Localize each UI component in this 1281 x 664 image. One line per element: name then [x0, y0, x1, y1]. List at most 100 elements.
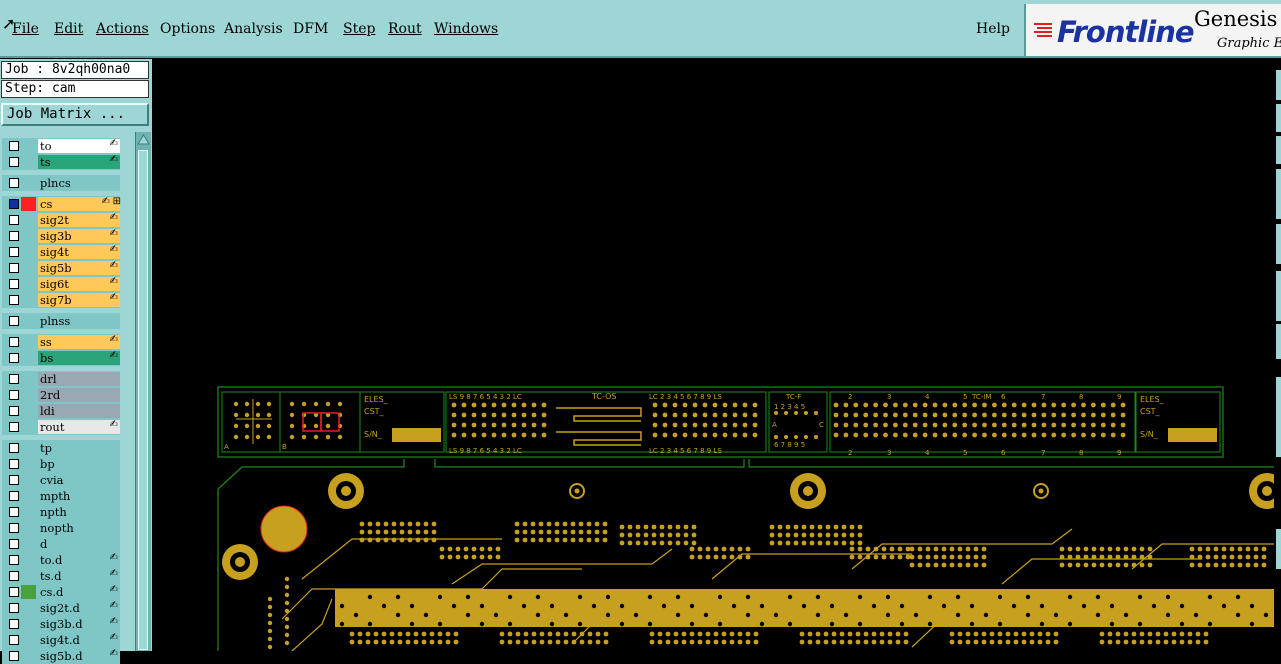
- layer-display-swatch[interactable]: [21, 351, 36, 365]
- layer-display-swatch[interactable]: [21, 314, 36, 328]
- layer-display-swatch[interactable]: [21, 213, 36, 227]
- layer-display-swatch[interactable]: [21, 197, 36, 211]
- layer-affected-checkbox[interactable]: [9, 571, 19, 581]
- layer-affected-checkbox[interactable]: [9, 539, 19, 549]
- layer-display-swatch[interactable]: [21, 473, 36, 487]
- layer-display-swatch[interactable]: [21, 537, 36, 551]
- layer-row-sig6t[interactable]: sig6t ✍: [2, 276, 120, 292]
- layer-display-swatch[interactable]: [21, 489, 36, 503]
- menu-windows[interactable]: Windows: [434, 21, 498, 37]
- layer-display-swatch[interactable]: [21, 335, 36, 349]
- layer-display-swatch[interactable]: [21, 441, 36, 455]
- layer-affected-checkbox[interactable]: [9, 263, 19, 273]
- layer-display-swatch[interactable]: [21, 585, 36, 599]
- layer-display-swatch[interactable]: [21, 404, 36, 418]
- layer-display-swatch[interactable]: [21, 261, 36, 275]
- layer-row-ldi[interactable]: ldi: [2, 403, 120, 419]
- layer-affected-checkbox[interactable]: [9, 619, 19, 629]
- layer-affected-checkbox[interactable]: [9, 157, 19, 167]
- layer-row-cs-d[interactable]: cs.d ✍: [2, 584, 120, 600]
- job-matrix-button[interactable]: Job Matrix ...: [1, 103, 149, 126]
- layer-affected-checkbox[interactable]: [9, 491, 19, 501]
- layer-affected-checkbox[interactable]: [9, 390, 19, 400]
- layer-row-mpth[interactable]: mpth: [2, 488, 120, 504]
- layer-row-cvia[interactable]: cvia: [2, 472, 120, 488]
- menu-edit[interactable]: Edit: [54, 21, 83, 37]
- layer-affected-checkbox[interactable]: [9, 178, 19, 188]
- scroll-thumb[interactable]: [138, 150, 148, 650]
- layer-display-swatch[interactable]: [21, 293, 36, 307]
- layer-affected-checkbox[interactable]: [9, 247, 19, 257]
- layer-display-swatch[interactable]: [21, 155, 36, 169]
- layer-affected-checkbox[interactable]: [9, 422, 19, 432]
- layer-affected-checkbox[interactable]: [9, 374, 19, 384]
- layer-row-cs[interactable]: cs ✍ ⊞: [2, 196, 121, 212]
- layer-display-swatch[interactable]: [21, 229, 36, 243]
- layer-display-swatch[interactable]: [21, 649, 36, 663]
- layer-display-swatch[interactable]: [21, 277, 36, 291]
- layer-row-tp[interactable]: tp: [2, 440, 120, 456]
- layer-row-sig4t[interactable]: sig4t ✍: [2, 244, 120, 260]
- layer-display-swatch[interactable]: [21, 372, 36, 386]
- layer-row-bs[interactable]: bs ✍: [2, 350, 120, 366]
- layer-row-sig4t-d[interactable]: sig4t.d ✍: [2, 632, 120, 648]
- layer-row-plncs[interactable]: plncs: [2, 175, 120, 191]
- layer-display-swatch[interactable]: [21, 617, 36, 631]
- layer-affected-checkbox[interactable]: [9, 635, 19, 645]
- layer-row-ts-d[interactable]: ts.d ✍: [2, 568, 120, 584]
- scroll-up-icon[interactable]: [137, 133, 150, 146]
- layer-affected-checkbox[interactable]: [9, 141, 19, 151]
- layer-affected-checkbox[interactable]: [9, 603, 19, 613]
- layer-affected-checkbox[interactable]: [9, 406, 19, 416]
- layer-affected-checkbox[interactable]: [9, 459, 19, 469]
- layer-row-sig7b[interactable]: sig7b ✍: [2, 292, 120, 308]
- layer-display-swatch[interactable]: [21, 601, 36, 615]
- layer-display-swatch[interactable]: [21, 139, 36, 153]
- layer-row-to-d[interactable]: to.d ✍: [2, 552, 120, 568]
- layer-display-swatch[interactable]: [21, 176, 36, 190]
- layer-affected-checkbox[interactable]: [9, 507, 19, 517]
- layer-row-drl[interactable]: drl: [2, 371, 120, 387]
- layer-row-d[interactable]: d: [2, 536, 120, 552]
- layer-row-sig3b-d[interactable]: sig3b.d ✍: [2, 616, 120, 632]
- layer-affected-checkbox[interactable]: [9, 523, 19, 533]
- layer-affected-checkbox[interactable]: [9, 443, 19, 453]
- layer-row-sig5b-d[interactable]: sig5b.d ✍: [2, 648, 120, 664]
- layer-display-swatch[interactable]: [21, 633, 36, 647]
- layer-affected-checkbox[interactable]: [9, 279, 19, 289]
- layer-row-ts[interactable]: ts ✍: [2, 154, 120, 170]
- layer-affected-checkbox[interactable]: [9, 353, 19, 363]
- layer-affected-checkbox[interactable]: [9, 199, 19, 209]
- layer-list-scrollbar[interactable]: [135, 132, 151, 651]
- menu-step[interactable]: Step: [343, 21, 375, 37]
- menu-rout[interactable]: Rout: [388, 21, 422, 37]
- menu-actions[interactable]: Actions: [96, 21, 149, 37]
- graphics-canvas[interactable]: A B ELES_ CST_ S/N_ ELES_ CST_ S/N_ LS 9 8 7 6 5…: [152, 59, 1274, 651]
- layer-row-ss[interactable]: ss ✍: [2, 334, 120, 350]
- layer-row-2rd[interactable]: 2rd: [2, 387, 120, 403]
- layer-row-plnss[interactable]: plnss: [2, 313, 120, 329]
- layer-affected-checkbox[interactable]: [9, 337, 19, 347]
- layer-row-nopth[interactable]: nopth: [2, 520, 120, 536]
- layer-affected-checkbox[interactable]: [9, 316, 19, 326]
- layer-display-swatch[interactable]: [21, 388, 36, 402]
- layer-display-swatch[interactable]: [21, 420, 36, 434]
- layer-row-sig2t-d[interactable]: sig2t.d ✍: [2, 600, 120, 616]
- menu-help[interactable]: Help: [976, 21, 1010, 37]
- layer-display-swatch[interactable]: [21, 553, 36, 567]
- layer-row-bp[interactable]: bp: [2, 456, 120, 472]
- layer-affected-checkbox[interactable]: [9, 555, 19, 565]
- layer-row-sig2t[interactable]: sig2t ✍: [2, 212, 120, 228]
- layer-display-swatch[interactable]: [21, 521, 36, 535]
- layer-affected-checkbox[interactable]: [9, 231, 19, 241]
- layer-row-to[interactable]: to ✍: [2, 138, 120, 154]
- menu-analysis[interactable]: Analysis: [224, 21, 283, 37]
- layer-affected-checkbox[interactable]: [9, 215, 19, 225]
- layer-display-swatch[interactable]: [21, 569, 36, 583]
- layer-row-sig3b[interactable]: sig3b ✍: [2, 228, 120, 244]
- menu-file[interactable]: File: [12, 21, 39, 37]
- layer-display-swatch[interactable]: [21, 457, 36, 471]
- layer-display-swatch[interactable]: [21, 245, 36, 259]
- menu-dfm[interactable]: DFM: [293, 21, 328, 37]
- layer-affected-checkbox[interactable]: [9, 475, 19, 485]
